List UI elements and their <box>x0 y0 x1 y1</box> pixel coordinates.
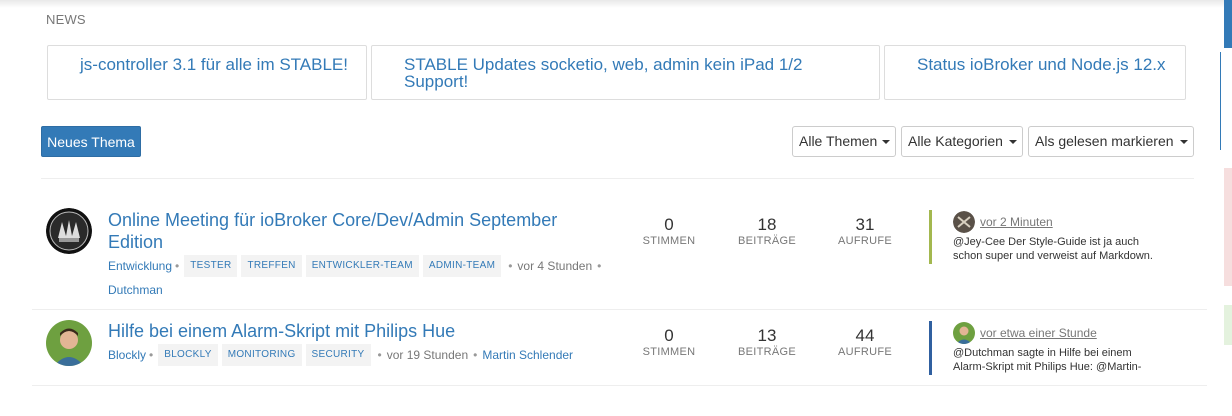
sidebar-edge-pink <box>1224 168 1232 286</box>
posts-count: 18 <box>757 215 777 234</box>
teaser-line1: @Dutchman sagte in Hilfe bei einem <box>953 347 1132 359</box>
news-link-1[interactable]: js-controller 3.1 für alle im STABLE! <box>80 56 352 73</box>
filter-categories-label: Alle Kategorien <box>908 133 1003 149</box>
news-link-2[interactable]: STABLE Updates socketio, web, admin kein… <box>404 56 865 90</box>
views-count: 31 <box>855 215 875 234</box>
category-color-bar <box>929 210 932 264</box>
views-count: 44 <box>855 326 875 345</box>
topic-time[interactable]: vor 4 Stunden <box>517 259 592 273</box>
teaser-line2: Alarm-Skript mit Philips Hue: @Martin- <box>953 361 1142 373</box>
new-topic-button[interactable]: Neues Thema <box>41 126 141 157</box>
topic-meta-2: Blockly • BLOCKLY MONITORING SECURITY • vo… <box>108 344 573 366</box>
tag[interactable]: ADMIN-TEAM <box>422 255 502 277</box>
topic-title-line1[interactable]: Online Meeting für ioBroker Core/Dev/Adm… <box>108 210 557 230</box>
news-card-1[interactable]: js-controller 3.1 für alle im STABLE! <box>47 45 367 100</box>
filter-topics-dropdown[interactable]: Alle Themen <box>792 126 896 157</box>
topic-title-1[interactable]: Online Meeting für ioBroker Core/Dev/Adm… <box>108 209 608 253</box>
votes-stat: 0 STIMMEN <box>624 215 714 248</box>
tag[interactable]: MONITORING <box>221 344 302 366</box>
divider <box>32 309 1207 310</box>
topic-title-line2[interactable]: Edition <box>108 232 163 252</box>
tag[interactable]: TESTER <box>184 255 238 277</box>
posts-label: BEITRÄGE <box>737 235 797 247</box>
avatar[interactable] <box>46 320 92 366</box>
topic-meta-1: Entwicklung • TESTER TREFFEN ENTWICKLER-T… <box>108 255 606 277</box>
teaser-line2: schon super und verweist auf Markdown. <box>953 250 1153 262</box>
sidebar-edge-green <box>1224 305 1232 345</box>
posts-count: 13 <box>757 326 777 345</box>
topic-author-row: Dutchman <box>108 283 163 297</box>
views-label: AUFRUFE <box>837 235 893 247</box>
posts-label: BEITRÄGE <box>737 346 797 358</box>
votes-count: 0 <box>664 326 674 345</box>
teaser-text[interactable]: @Jey-Cee Der Style-Guide ist ja auch sch… <box>953 235 1213 263</box>
posts-stat: 18 BEITRÄGE <box>722 215 812 248</box>
news-heading: NEWS <box>46 12 86 27</box>
filter-categories-dropdown[interactable]: Alle Kategorien <box>901 126 1023 157</box>
views-label: AUFRUFE <box>837 346 893 358</box>
posts-stat: 13 BEITRÄGE <box>722 326 812 359</box>
filter-topics-label: Alle Themen <box>799 133 878 149</box>
news-card-3[interactable]: Status ioBroker und Node.js 12.x <box>884 45 1186 100</box>
news-link-3[interactable]: Status ioBroker und Node.js 12.x <box>917 56 1171 73</box>
topic-title-2[interactable]: Hilfe bei einem Alarm-Skript mit Philips… <box>108 320 608 342</box>
category-link[interactable]: Blockly <box>108 348 146 362</box>
news-card-2[interactable]: STABLE Updates socketio, web, admin kein… <box>371 45 880 100</box>
views-stat: 31 AUFRUFE <box>820 215 910 248</box>
topic-title-line1[interactable]: Hilfe bei einem Alarm-Skript mit Philips… <box>108 321 455 341</box>
chevron-down-icon <box>1009 140 1017 144</box>
teaser-time-link[interactable]: vor etwa einer Stunde <box>980 326 1097 340</box>
mark-read-dropdown[interactable]: Als gelesen markieren <box>1028 126 1194 157</box>
teaser-time-link[interactable]: vor 2 Minuten <box>980 215 1053 229</box>
mark-read-label: Als gelesen markieren <box>1035 133 1174 149</box>
divider <box>32 385 1207 386</box>
avatar[interactable] <box>46 208 92 254</box>
teaser-line1: @Jey-Cee Der Style-Guide ist ja auch <box>953 236 1140 248</box>
views-stat: 44 AUFRUFE <box>820 326 910 359</box>
category-link[interactable]: Entwicklung <box>108 259 172 273</box>
top-shadow <box>0 0 1232 8</box>
topic-time[interactable]: vor 19 Stunden <box>387 348 468 362</box>
tag[interactable]: BLOCKLY <box>158 344 218 366</box>
category-color-bar <box>929 321 932 375</box>
chevron-down-icon <box>1180 140 1188 144</box>
votes-stat: 0 STIMMEN <box>624 326 714 359</box>
tag[interactable]: SECURITY <box>305 344 371 366</box>
votes-label: STIMMEN <box>642 235 696 247</box>
author-link[interactable]: Dutchman <box>108 283 163 297</box>
tag[interactable]: ENTWICKLER-TEAM <box>305 255 419 277</box>
teaser-text[interactable]: @Dutchman sagte in Hilfe bei einem Alarm… <box>953 346 1213 374</box>
scroll-indicator-bar <box>1224 0 1232 48</box>
teaser-avatar[interactable] <box>953 322 975 344</box>
divider <box>41 178 1194 179</box>
votes-count: 0 <box>664 215 674 234</box>
author-link[interactable]: Martin Schlender <box>482 348 573 362</box>
votes-label: STIMMEN <box>642 346 696 358</box>
teaser-avatar[interactable] <box>953 211 975 233</box>
chevron-down-icon <box>882 140 890 144</box>
sidebar-edge-line <box>1220 52 1221 150</box>
tag[interactable]: TREFFEN <box>241 255 302 277</box>
